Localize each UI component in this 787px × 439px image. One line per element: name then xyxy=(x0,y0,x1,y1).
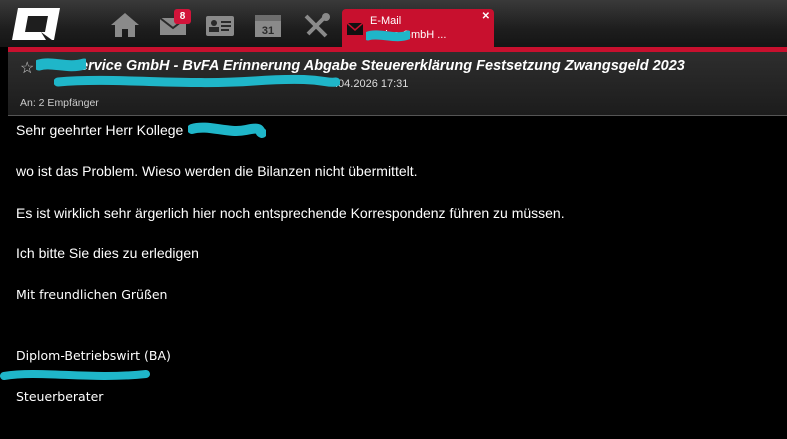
email-subject: ervice GmbH - BvFA Erinnerung Abgabe Ste… xyxy=(80,58,685,74)
redaction-mark xyxy=(0,370,150,380)
signature-role: Steuerberater xyxy=(16,389,104,404)
top-toolbar: 8 31 E-Mail ervice GmbH ... ✕ xyxy=(0,0,787,47)
app-logo-icon[interactable] xyxy=(8,6,64,42)
signature-title: Diplom-Betriebswirt (BA) xyxy=(16,348,171,363)
email-date: .04.2026 17:31 xyxy=(335,78,409,90)
body-line-1: wo ist das Problem. Wieso werden die Bil… xyxy=(16,163,418,179)
unread-badge: 8 xyxy=(174,9,191,24)
redaction-mark xyxy=(188,122,266,138)
star-icon[interactable]: ☆ xyxy=(20,58,34,78)
email-body: Sehr geehrter Herr Kollege wo ist das Pr… xyxy=(0,116,787,439)
closing-text: Mit freundlichen Grüßen xyxy=(16,287,168,302)
contacts-icon[interactable] xyxy=(205,12,235,38)
tab-type-label: E-Mail xyxy=(370,15,402,27)
body-line-2: Es ist wirklich sehr ärgerlich hier noch… xyxy=(16,205,565,221)
calendar-icon[interactable]: 31 xyxy=(253,12,283,38)
email-header: ☆ ervice GmbH - BvFA Erinnerung Abgabe S… xyxy=(8,52,787,116)
close-icon[interactable]: ✕ xyxy=(482,11,490,22)
envelope-icon xyxy=(347,23,363,35)
tab-email[interactable]: E-Mail ervice GmbH ... ✕ xyxy=(342,9,494,47)
redaction-mark xyxy=(54,74,340,88)
redaction-mark xyxy=(36,58,86,72)
redaction-mark xyxy=(366,30,410,42)
email-recipients[interactable]: An: 2 Empfänger xyxy=(20,97,99,109)
svg-text:31: 31 xyxy=(262,25,274,37)
greeting-text: Sehr geehrter Herr Kollege xyxy=(16,122,184,138)
home-icon[interactable] xyxy=(110,12,140,38)
tools-icon[interactable] xyxy=(302,12,332,38)
body-line-3: Ich bitte Sie dies zu erledigen xyxy=(16,245,199,261)
